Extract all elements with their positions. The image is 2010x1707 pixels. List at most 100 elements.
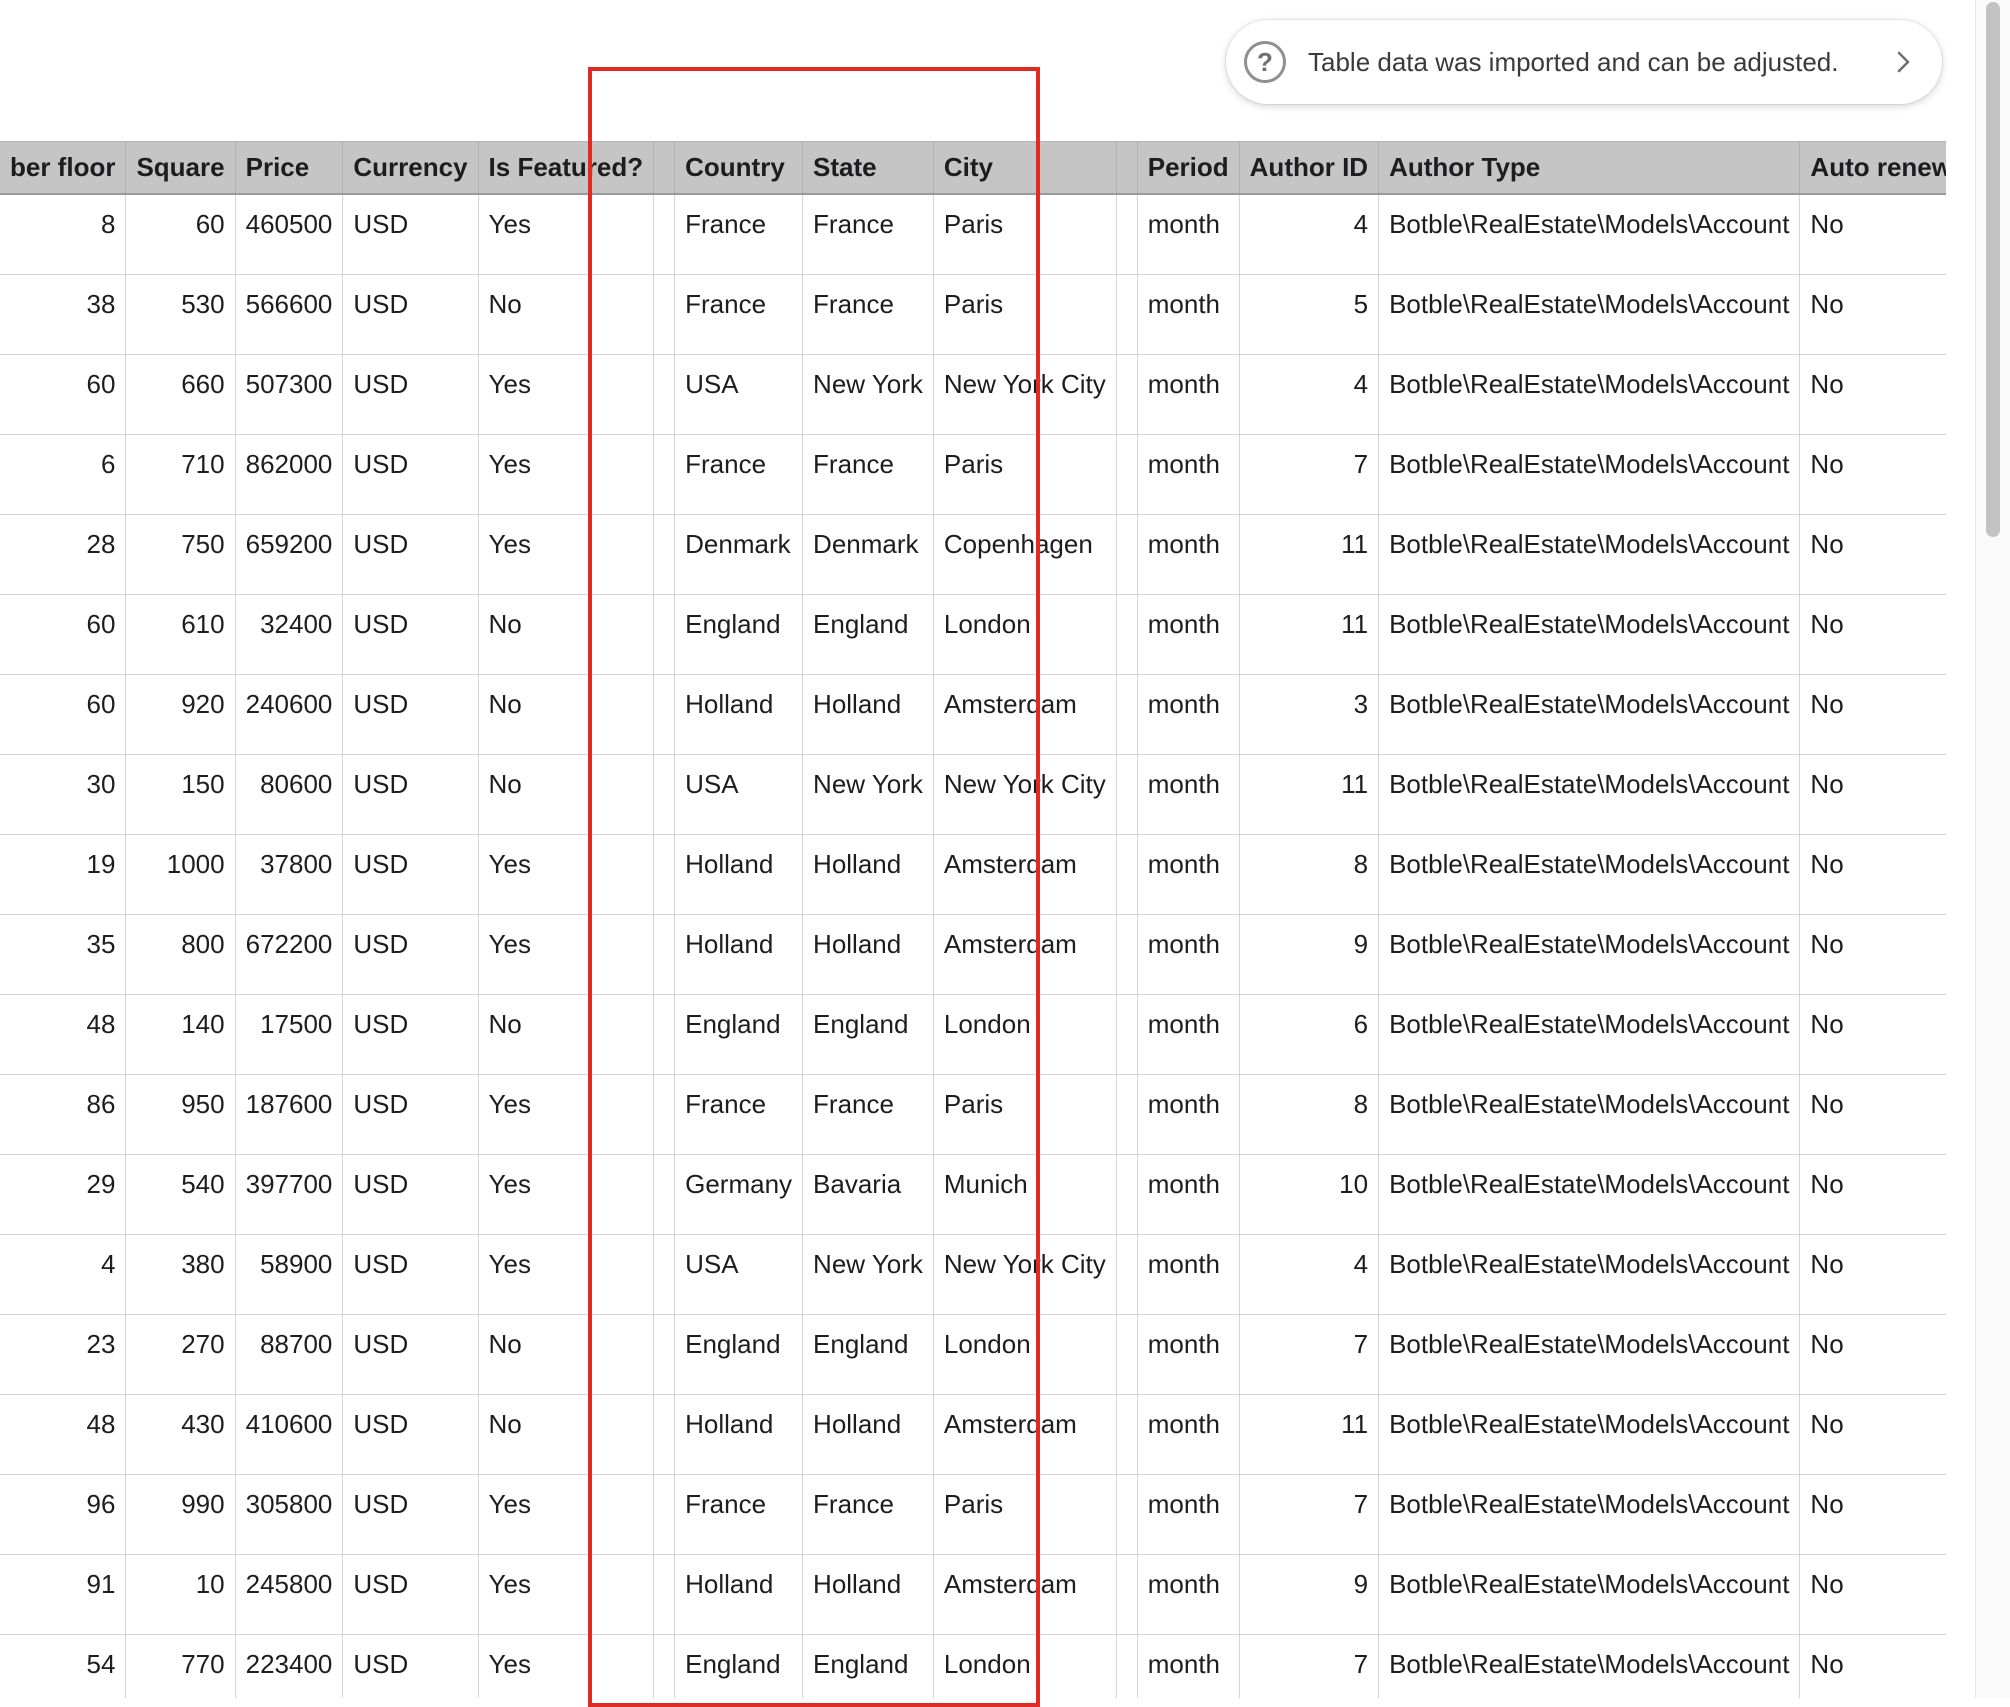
table-cell[interactable]: 750 bbox=[125, 514, 236, 595]
table-cell[interactable]: Amsterdam bbox=[933, 914, 1117, 995]
table-cell[interactable]: Yes bbox=[478, 1634, 655, 1698]
table-cell[interactable]: USD bbox=[342, 1074, 479, 1155]
table-cell[interactable]: New York bbox=[802, 754, 934, 835]
table-cell[interactable]: 270 bbox=[125, 1314, 236, 1395]
table-cell[interactable]: Botble\RealEstate\Models\Account bbox=[1378, 1554, 1801, 1635]
scrollbar-thumb[interactable] bbox=[1986, 2, 2000, 537]
table-cell[interactable]: No bbox=[478, 274, 655, 355]
table-cell[interactable]: Botble\RealEstate\Models\Account bbox=[1378, 1394, 1801, 1475]
table-cell[interactable]: month bbox=[1137, 994, 1240, 1075]
table-cell[interactable]: month bbox=[1137, 914, 1240, 995]
table-cell[interactable]: Paris bbox=[933, 1074, 1117, 1155]
table-cell[interactable]: Holland bbox=[674, 1394, 804, 1475]
table-cell[interactable]: England bbox=[674, 1314, 804, 1395]
table-cell[interactable] bbox=[1116, 594, 1138, 675]
table-cell[interactable] bbox=[1116, 434, 1138, 515]
table-cell[interactable]: 9 bbox=[1239, 914, 1380, 995]
table-cell[interactable]: No bbox=[1799, 1634, 1946, 1698]
table-cell[interactable]: Yes bbox=[478, 354, 655, 435]
table-cell[interactable]: 862000 bbox=[235, 434, 344, 515]
table-cell[interactable] bbox=[653, 1234, 676, 1315]
table-cell[interactable]: 5 bbox=[1239, 274, 1380, 355]
table-cell[interactable]: No bbox=[478, 1394, 655, 1475]
table-cell[interactable]: 38 bbox=[0, 274, 127, 355]
table-cell[interactable] bbox=[653, 994, 676, 1075]
table-cell[interactable]: 540 bbox=[125, 1154, 236, 1235]
table-cell[interactable]: USD bbox=[342, 834, 479, 915]
help-circle-icon[interactable]: ? bbox=[1244, 41, 1286, 83]
table-cell[interactable]: USD bbox=[342, 1554, 479, 1635]
table-cell[interactable]: 240600 bbox=[235, 674, 344, 755]
table-cell[interactable]: Yes bbox=[478, 1154, 655, 1235]
table-cell[interactable]: 187600 bbox=[235, 1074, 344, 1155]
table-cell[interactable]: 19 bbox=[0, 834, 127, 915]
table-cell[interactable]: 4 bbox=[1239, 354, 1380, 435]
column-header[interactable]: Author ID bbox=[1239, 141, 1380, 195]
table-cell[interactable]: month bbox=[1137, 434, 1240, 515]
table-cell[interactable]: 32400 bbox=[235, 594, 344, 675]
table-cell[interactable]: France bbox=[802, 194, 934, 275]
table-cell[interactable]: No bbox=[1799, 594, 1946, 675]
column-header[interactable]: Author Type bbox=[1378, 141, 1801, 195]
column-header[interactable] bbox=[1116, 141, 1138, 195]
table-cell[interactable]: USA bbox=[674, 354, 804, 435]
table-cell[interactable]: No bbox=[1799, 754, 1946, 835]
table-cell[interactable]: USD bbox=[342, 594, 479, 675]
table-cell[interactable]: Botble\RealEstate\Models\Account bbox=[1378, 1074, 1801, 1155]
table-cell[interactable]: Holland bbox=[802, 674, 934, 755]
table-cell[interactable]: Botble\RealEstate\Models\Account bbox=[1378, 434, 1801, 515]
table-cell[interactable]: USD bbox=[342, 1154, 479, 1235]
table-cell[interactable] bbox=[1116, 1234, 1138, 1315]
chevron-right-icon[interactable] bbox=[1892, 51, 1914, 73]
table-cell[interactable]: No bbox=[1799, 834, 1946, 915]
table-cell[interactable]: 60 bbox=[125, 194, 236, 275]
table-cell[interactable]: Holland bbox=[674, 674, 804, 755]
table-cell[interactable]: month bbox=[1137, 1234, 1240, 1315]
column-header[interactable] bbox=[653, 141, 676, 195]
table-cell[interactable]: England bbox=[802, 1634, 934, 1698]
table-cell[interactable]: Holland bbox=[802, 1554, 934, 1635]
table-cell[interactable]: Yes bbox=[478, 194, 655, 275]
column-header[interactable]: Currency bbox=[342, 141, 479, 195]
table-cell[interactable] bbox=[1116, 1634, 1138, 1698]
table-cell[interactable]: Botble\RealEstate\Models\Account bbox=[1378, 754, 1801, 835]
table-cell[interactable]: Holland bbox=[674, 834, 804, 915]
table-cell[interactable]: France bbox=[674, 1474, 804, 1555]
table-cell[interactable]: 4 bbox=[0, 1234, 127, 1315]
table-cell[interactable]: Botble\RealEstate\Models\Account bbox=[1378, 1234, 1801, 1315]
table-cell[interactable]: month bbox=[1137, 354, 1240, 435]
table-cell[interactable]: No bbox=[1799, 1074, 1946, 1155]
table-cell[interactable]: Yes bbox=[478, 1474, 655, 1555]
table-cell[interactable]: 410600 bbox=[235, 1394, 344, 1475]
table-cell[interactable]: 10 bbox=[125, 1554, 236, 1635]
table-cell[interactable] bbox=[1116, 274, 1138, 355]
table-cell[interactable]: 800 bbox=[125, 914, 236, 995]
table-cell[interactable]: 30 bbox=[0, 754, 127, 835]
table-cell[interactable]: month bbox=[1137, 1394, 1240, 1475]
table-cell[interactable]: No bbox=[478, 1314, 655, 1395]
table-cell[interactable]: Botble\RealEstate\Models\Account bbox=[1378, 674, 1801, 755]
table-cell[interactable]: No bbox=[1799, 1394, 1946, 1475]
table-cell[interactable]: 60 bbox=[0, 594, 127, 675]
table-cell[interactable]: 6 bbox=[1239, 994, 1380, 1075]
table-cell[interactable] bbox=[653, 274, 676, 355]
table-cell[interactable]: New York City bbox=[933, 354, 1117, 435]
table-cell[interactable]: 23 bbox=[0, 1314, 127, 1395]
table-cell[interactable]: Yes bbox=[478, 1554, 655, 1635]
table-cell[interactable]: 4 bbox=[1239, 1234, 1380, 1315]
table-cell[interactable]: No bbox=[478, 674, 655, 755]
table-cell[interactable]: No bbox=[1799, 274, 1946, 355]
table-cell[interactable] bbox=[653, 914, 676, 995]
table-cell[interactable]: USD bbox=[342, 274, 479, 355]
table-cell[interactable]: Holland bbox=[674, 914, 804, 995]
table-cell[interactable]: 566600 bbox=[235, 274, 344, 355]
table-cell[interactable]: Copenhagen bbox=[933, 514, 1117, 595]
table-cell[interactable]: USD bbox=[342, 674, 479, 755]
table-cell[interactable]: Botble\RealEstate\Models\Account bbox=[1378, 514, 1801, 595]
table-cell[interactable]: Amsterdam bbox=[933, 1394, 1117, 1475]
table-cell[interactable]: New York bbox=[802, 354, 934, 435]
table-cell[interactable] bbox=[653, 194, 676, 275]
table-cell[interactable] bbox=[1116, 1474, 1138, 1555]
table-cell[interactable]: No bbox=[1799, 1234, 1946, 1315]
table-cell[interactable]: 48 bbox=[0, 1394, 127, 1475]
